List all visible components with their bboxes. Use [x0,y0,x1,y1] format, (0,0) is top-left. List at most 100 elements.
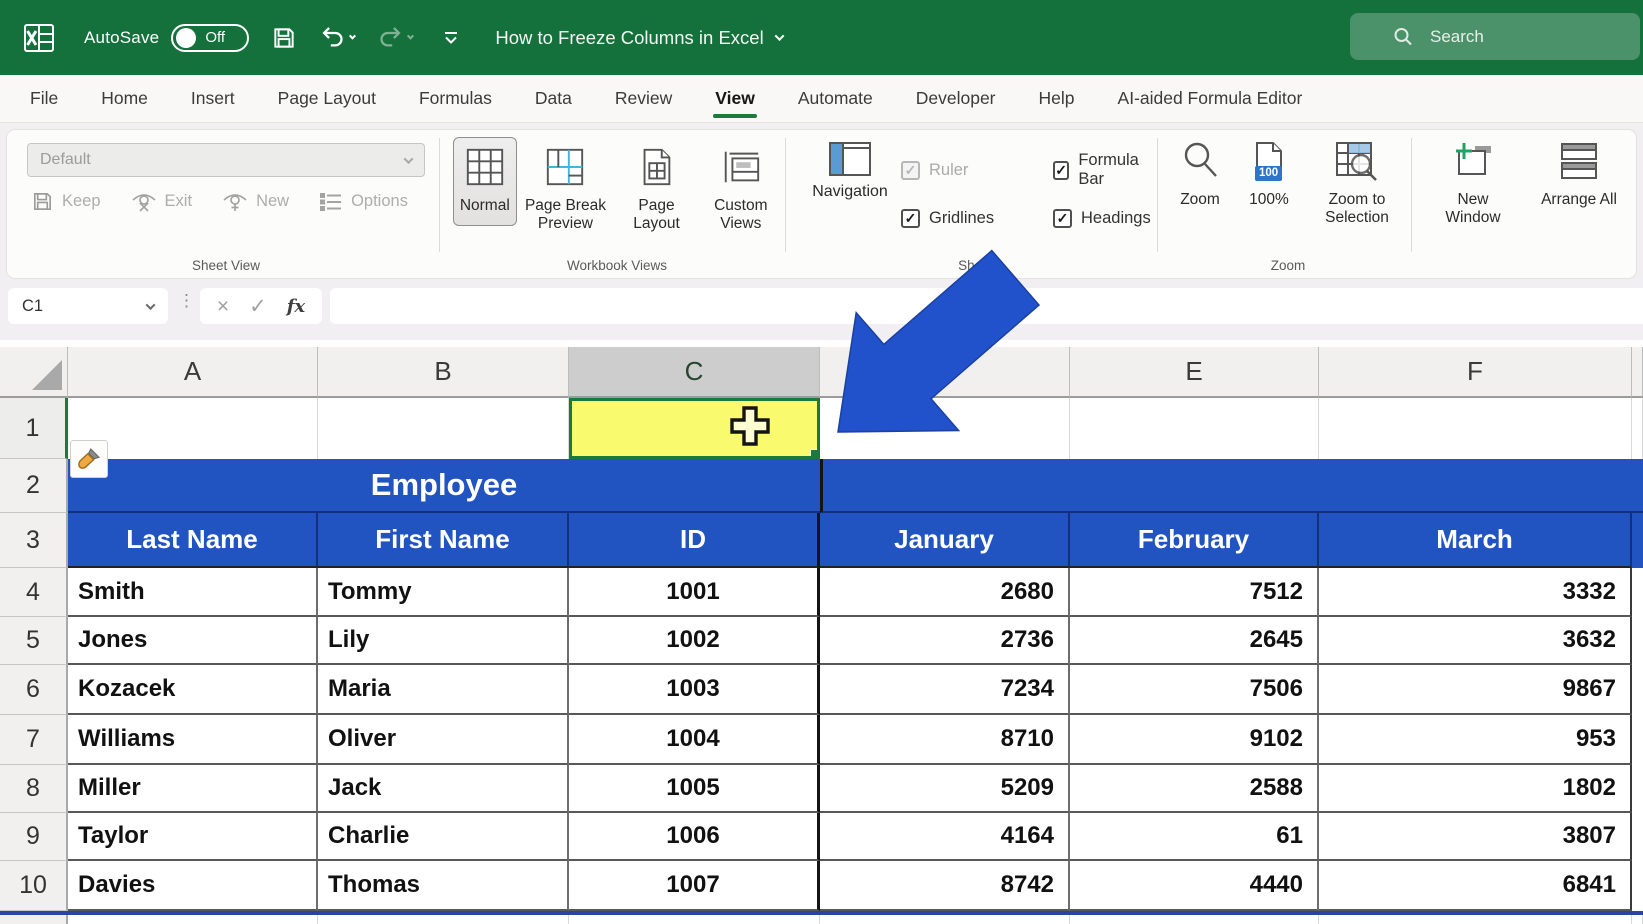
tab-insert[interactable]: Insert [191,88,235,109]
cell[interactable]: 4164 [820,813,1070,861]
enter-icon[interactable]: ✓ [249,296,267,317]
cell[interactable]: Charlie [318,813,569,861]
normal-view-button[interactable]: Normal [453,137,517,226]
tab-home[interactable]: Home [101,88,148,109]
undo-dropdown-chevron-icon[interactable] [349,33,356,40]
cell[interactable]: 5209 [820,765,1070,813]
cell[interactable]: Miller [68,765,318,813]
tab-developer[interactable]: Developer [916,88,996,109]
cell[interactable]: 1007 [569,861,820,911]
header-february[interactable]: February [1070,513,1319,568]
cell[interactable]: 1001 [569,568,820,617]
cell-c1-selected[interactable] [569,398,820,459]
exit-button[interactable]: Exit [131,191,193,213]
cell[interactable]: 3632 [1319,617,1632,665]
cell-d1[interactable] [820,398,1070,459]
header-first-name[interactable]: First Name [318,513,569,568]
insert-function-icon[interactable]: fx [287,296,305,317]
cell[interactable]: 9867 [1319,665,1632,715]
keep-button[interactable]: Keep [31,190,101,213]
cell[interactable]: Jones [68,617,318,665]
cell[interactable]: 1004 [569,715,820,765]
cell-f1[interactable] [1319,398,1632,459]
cell[interactable]: 1003 [569,665,820,715]
header-id[interactable]: ID [569,513,820,568]
navigation-button[interactable]: Navigation [803,140,897,201]
row-header-7[interactable]: 7 [0,715,68,765]
cell[interactable]: 953 [1319,715,1632,765]
tab-help[interactable]: Help [1039,88,1075,109]
search-box[interactable]: Search [1350,13,1640,60]
fill-handle[interactable] [810,449,819,458]
tab-automate[interactable]: Automate [798,88,873,109]
select-all-corner[interactable] [0,347,68,398]
zoom-to-selection-button[interactable]: Zoom to Selection [1309,140,1405,226]
page-break-preview-button[interactable]: Page Break Preview [517,137,615,232]
zoom-button[interactable]: Zoom [1171,140,1229,209]
cell[interactable]: 3332 [1319,568,1632,617]
cell[interactable]: Lily [318,617,569,665]
header-march[interactable]: March [1319,513,1632,568]
row-header-2[interactable]: 2 [0,459,68,513]
cell[interactable]: 8742 [820,861,1070,911]
cell[interactable]: 2736 [820,617,1070,665]
cell[interactable]: 1006 [569,813,820,861]
header-january[interactable]: January [820,513,1070,568]
cell[interactable]: Tommy [318,568,569,617]
cell-e1[interactable] [1070,398,1319,459]
cell[interactable]: 1802 [1319,765,1632,813]
column-header-c-selected[interactable]: C [569,347,820,398]
cell[interactable]: Thomas [318,861,569,911]
cancel-icon[interactable]: × [217,296,229,317]
employee-banner-cell[interactable]: Employee [68,459,820,513]
cell[interactable]: Smith [68,568,318,617]
undo-button[interactable] [319,24,355,51]
tab-ai-formula-editor[interactable]: AI-aided Formula Editor [1118,88,1303,109]
formula-input[interactable] [330,288,1643,324]
cell[interactable]: 1005 [569,765,820,813]
custom-views-button[interactable]: Custom Views [699,137,783,232]
tab-view[interactable]: View [715,88,755,109]
tab-page-layout[interactable]: Page Layout [278,88,376,109]
row-header-6[interactable]: 6 [0,665,68,715]
cell-b1[interactable] [318,398,569,459]
row-header-3[interactable]: 3 [0,513,68,568]
save-button[interactable] [271,25,297,51]
formula-bar-dots-handle[interactable]: ⋮ [178,295,195,306]
column-header-f[interactable]: F [1319,347,1632,398]
zoom-100-button[interactable]: 100 100% [1241,140,1297,209]
cell[interactable]: Jack [318,765,569,813]
cell[interactable]: Davies [68,861,318,911]
options-button[interactable]: Options [319,191,408,213]
cell[interactable]: 61 [1070,813,1319,861]
checkbox-headings[interactable]: ✓ Headings [1053,194,1153,242]
new-window-button[interactable]: New Window [1431,140,1515,226]
header-last-name[interactable]: Last Name [68,513,318,568]
banner-cell-right[interactable] [820,459,1643,513]
tab-review[interactable]: Review [615,88,672,109]
cell[interactable]: 2645 [1070,617,1319,665]
cell[interactable]: 8710 [820,715,1070,765]
new-sheet-view-button[interactable]: New [222,191,289,213]
checkbox-formula-bar[interactable]: ✓ Formula Bar [1053,146,1153,194]
autosave-toggle[interactable]: Off [171,24,249,52]
checkbox-gridlines[interactable]: ✓ Gridlines [901,194,1051,242]
column-header-a[interactable]: A [68,347,318,398]
cell[interactable]: Kozacek [68,665,318,715]
name-box[interactable]: C1 [8,288,168,324]
page-layout-button[interactable]: Page Layout [614,137,698,232]
tab-data[interactable]: Data [535,88,572,109]
cell[interactable]: 3807 [1319,813,1632,861]
tab-formulas[interactable]: Formulas [419,88,492,109]
cell[interactable]: Oliver [318,715,569,765]
cell[interactable]: 9102 [1070,715,1319,765]
column-header-d[interactable]: D [820,347,1070,398]
cell[interactable]: Taylor [68,813,318,861]
cell[interactable]: 2680 [820,568,1070,617]
cell[interactable]: 7512 [1070,568,1319,617]
arrange-all-button[interactable]: Arrange All [1537,140,1621,226]
cell[interactable]: Maria [318,665,569,715]
row-header-1[interactable]: 1 [0,398,68,459]
row-header-10[interactable]: 10 [0,861,68,911]
cell[interactable]: Williams [68,715,318,765]
